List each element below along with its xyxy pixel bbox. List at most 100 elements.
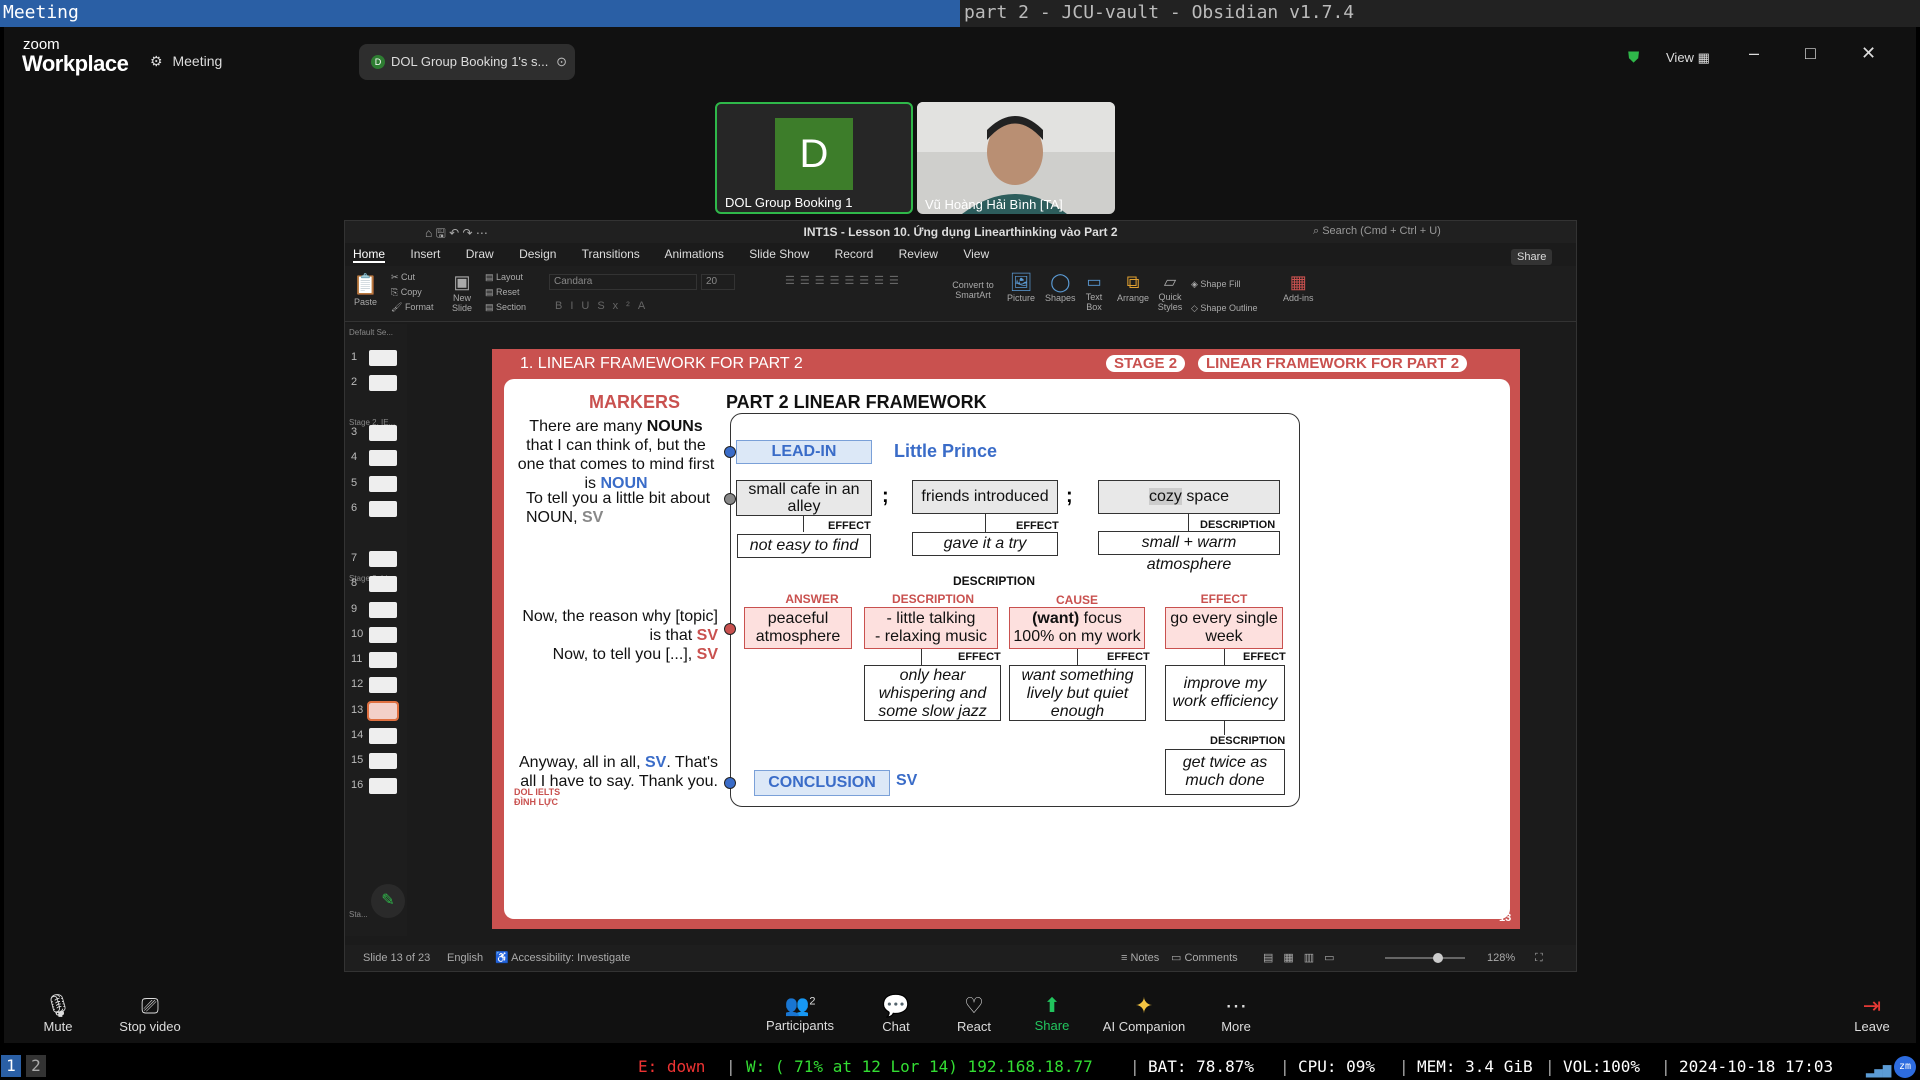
cut-button[interactable]: ✂ Cut — [391, 270, 433, 285]
layout-button[interactable]: ▤ Layout — [485, 270, 526, 285]
chat-icon: 💬 — [882, 993, 910, 1018]
slide-thumbnail[interactable] — [369, 728, 397, 744]
slide-thumbnail[interactable] — [369, 576, 397, 592]
minimize-icon[interactable]: – — [1749, 43, 1759, 64]
section-label[interactable]: Default Se... — [349, 328, 393, 337]
ai-companion-button[interactable]: ✦ AI Companion — [1096, 993, 1192, 1034]
participants-button[interactable]: 👥2 Participants — [758, 993, 842, 1033]
paragraph-buttons[interactable]: ☰☰☰☰☰☰☰☰ — [785, 274, 904, 287]
maximize-icon[interactable]: □ — [1805, 43, 1816, 64]
new-slide-button[interactable]: ▣ New Slide — [447, 272, 477, 313]
timeline-node — [724, 623, 736, 635]
tab-home[interactable]: Home — [353, 247, 386, 263]
gear-icon: ⚙ — [150, 53, 163, 69]
search-box[interactable]: ⌕ Search (Cmd + Ctrl + U) — [1313, 225, 1441, 238]
view-mode-icons[interactable]: ▤▦▥▭ — [1263, 945, 1345, 971]
slide-thumbnail[interactable] — [369, 450, 397, 466]
leave-button[interactable]: ⇥ Leave — [1848, 993, 1896, 1034]
meeting-menu[interactable]: ⚙ Meeting — [150, 53, 222, 70]
tab-draw[interactable]: Draw — [466, 247, 494, 261]
slide-thumbnail[interactable] — [369, 627, 397, 643]
slide-thumbnail[interactable] — [369, 753, 397, 769]
tab-record[interactable]: Record — [835, 247, 874, 261]
shapes-button[interactable]: ◯ Shapes — [1045, 272, 1076, 303]
slide-number: 1 — [351, 351, 358, 363]
react-button[interactable]: ♡ React — [950, 993, 998, 1034]
pencil-icon[interactable]: ✎ — [371, 884, 405, 918]
tab-design[interactable]: Design — [519, 247, 556, 261]
active-window-title[interactable]: Meeting — [0, 0, 960, 27]
answer-box: peaceful atmosphere — [744, 607, 852, 649]
tab-animations[interactable]: Animations — [664, 247, 723, 261]
font-family-select[interactable]: Candara — [549, 274, 697, 290]
notes-button[interactable]: ≡ Notes — [1121, 945, 1159, 971]
section-button[interactable]: ▤ Section — [485, 300, 526, 315]
view-button[interactable]: View ▦ — [1666, 50, 1710, 66]
arrange-button[interactable]: ⧉ Arrange — [1117, 272, 1149, 303]
addins-button[interactable]: ▦ Add-ins — [1283, 272, 1314, 303]
share-status-pill[interactable]: D DOL Group Booking 1's s... ⊙ — [359, 44, 575, 80]
effect-label: EFFECT — [828, 520, 871, 532]
slide-thumbnail[interactable] — [369, 778, 397, 794]
slide-thumbnail[interactable] — [369, 375, 397, 391]
slide-thumbnail[interactable] — [369, 425, 397, 441]
tab-view[interactable]: View — [963, 247, 989, 261]
slide-thumbnail[interactable] — [369, 602, 397, 618]
tab-slideshow[interactable]: Slide Show — [749, 247, 809, 261]
convert-smartart-button[interactable]: Convert to SmartArt — [951, 280, 995, 300]
copy-button[interactable]: ⎘ Copy — [391, 285, 433, 300]
quick-styles-button[interactable]: ▱ Quick Styles — [1155, 272, 1185, 312]
stop-video-button[interactable]: ⎚ Stop video — [108, 993, 192, 1034]
mute-button[interactable]: 🎙 Mute — [34, 993, 82, 1034]
font-size-select[interactable]: 20 — [701, 274, 735, 290]
fit-icon[interactable]: ⛶ — [1535, 945, 1543, 971]
home-icon[interactable]: ⌂ 🖫 ↶ ↷ ⋯ — [425, 224, 488, 245]
slide-counter: Slide 13 of 23 — [363, 952, 431, 964]
zoom-level[interactable]: 128% — [1487, 945, 1515, 971]
share-button[interactable]: Share — [1511, 249, 1553, 265]
slide-canvas[interactable]: 1. LINEAR FRAMEWORK FOR PART 2 STAGE 2 L… — [492, 349, 1520, 929]
section-label[interactable]: Sta... — [349, 910, 368, 919]
format-painter-button[interactable]: 🖌 Format — [391, 300, 433, 315]
more-icon[interactable]: ⊙ — [556, 44, 567, 80]
workspace-2[interactable]: 2 — [26, 1055, 46, 1077]
effect-label: EFFECT — [1243, 651, 1286, 663]
participant-tile-ta[interactable]: Vũ Hoàng Hải Bình [TA] — [917, 102, 1115, 214]
slide-thumbnail[interactable] — [369, 350, 397, 366]
accessibility-status[interactable]: ♿ Accessibility: Investigate — [495, 945, 630, 971]
tab-transitions[interactable]: Transitions — [582, 247, 640, 261]
inactive-window-title[interactable]: part 2 - JCU-vault - Obsidian v1.7.4 — [960, 0, 1920, 27]
comments-button[interactable]: ▭ Comments — [1171, 945, 1238, 971]
slide-number: 16 — [351, 779, 364, 791]
picture-button[interactable]: 🖼 Picture — [1007, 272, 1035, 303]
textbox-button[interactable]: ▭ Text Box — [1081, 272, 1107, 312]
slide-thumbnail[interactable] — [369, 551, 397, 567]
tab-insert[interactable]: Insert — [410, 247, 440, 261]
language-status[interactable]: English — [447, 945, 483, 971]
slide-thumbnail-panel[interactable]: Default Se... Stage 2. IE... Stage 2. Li… — [345, 324, 407, 936]
zoom-slider[interactable] — [1385, 957, 1465, 959]
tab-review[interactable]: Review — [899, 247, 938, 261]
slide-thumbnail[interactable] — [369, 501, 397, 517]
zoom-slider-handle[interactable] — [1433, 953, 1443, 963]
reset-button[interactable]: ▤ Reset — [485, 285, 526, 300]
more-button[interactable]: ⋯ More — [1212, 993, 1260, 1034]
slide-thumbnail[interactable] — [367, 701, 399, 721]
slide-thumbnail[interactable] — [369, 476, 397, 492]
participant-tile-dol[interactable]: D DOL Group Booking 1 — [715, 102, 913, 214]
signal-icon[interactable]: ▂▄▆ — [1866, 1057, 1891, 1080]
paste-button[interactable]: 📋 Paste — [353, 272, 378, 307]
slide-thumbnail[interactable] — [369, 652, 397, 668]
chat-button[interactable]: 💬 Chat — [872, 993, 920, 1034]
shape-fill-button[interactable]: ◈ Shape Fill — [1191, 272, 1257, 296]
share-screen-button[interactable]: ⬆ Share — [1028, 993, 1076, 1033]
arrow-line — [803, 516, 804, 532]
shared-screen-powerpoint[interactable]: INT1S - Lesson 10. Ứng dụng Linearthinki… — [344, 220, 1577, 972]
zoom-tray-icon[interactable]: zm — [1894, 1056, 1916, 1078]
workspace-1[interactable]: 1 — [1, 1055, 21, 1077]
font-format-buttons[interactable]: BIUSx²A — [555, 300, 653, 312]
shape-outline-button[interactable]: ◇ Shape Outline — [1191, 296, 1257, 320]
shield-icon[interactable]: ⛊ — [1628, 49, 1639, 66]
close-icon[interactable]: ✕ — [1861, 43, 1876, 64]
slide-thumbnail[interactable] — [369, 677, 397, 693]
